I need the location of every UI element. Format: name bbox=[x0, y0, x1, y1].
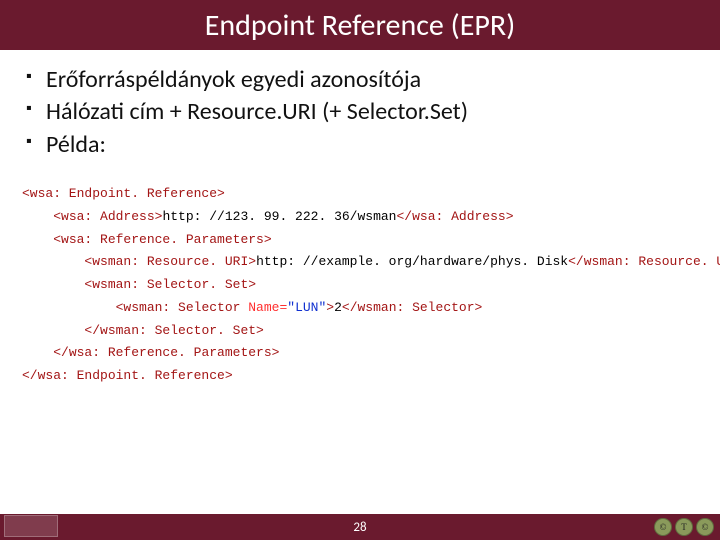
xml-tag: <wsa: Reference. Parameters> bbox=[53, 232, 271, 247]
code-block: <wsa: Endpoint. Reference> <wsa: Address… bbox=[22, 183, 698, 388]
xml-tag: <wsa: Endpoint. Reference> bbox=[22, 186, 225, 201]
slide-title: Endpoint Reference (EPR) bbox=[205, 7, 516, 44]
footer-bar: 28 © T © bbox=[0, 514, 720, 540]
xml-tag: </wsa: Address> bbox=[396, 209, 513, 224]
bullet-item: Hálózati cím + Resource.URI (+ Selector.… bbox=[22, 96, 698, 128]
badge-icon: T bbox=[675, 518, 693, 536]
xml-tag: <wsman: Selector bbox=[116, 300, 249, 315]
badge-icon: © bbox=[696, 518, 714, 536]
xml-text: 2 bbox=[334, 300, 342, 315]
xml-tag: <wsa: Address> bbox=[53, 209, 162, 224]
bullet-item: Erőforráspéldányok egyedi azonosítója bbox=[22, 64, 698, 96]
xml-tag: <wsman: Resource. URI> bbox=[84, 254, 256, 269]
xml-tag: </wsman: Selector. Set> bbox=[84, 323, 263, 338]
xml-tag: </wsman: Selector> bbox=[342, 300, 482, 315]
xml-attr-value: "LUN" bbox=[287, 300, 326, 315]
xml-tag: <wsman: Selector. Set> bbox=[84, 277, 256, 292]
xml-attr-name: Name= bbox=[248, 300, 287, 315]
xml-tag: > bbox=[326, 300, 334, 315]
xml-tag: </wsman: Resource. URI> bbox=[568, 254, 720, 269]
university-logo bbox=[4, 515, 58, 537]
xml-tag: </wsa: Endpoint. Reference> bbox=[22, 368, 233, 383]
xml-text: http: //123. 99. 222. 36/wsman bbox=[162, 209, 396, 224]
footer-badges: © T © bbox=[654, 518, 714, 536]
xml-tag: </wsa: Reference. Parameters> bbox=[53, 345, 279, 360]
badge-icon: © bbox=[654, 518, 672, 536]
xml-text: http: //example. org/hardware/phys. Disk bbox=[256, 254, 568, 269]
slide-body: Erőforráspéldányok egyedi azonosítója Há… bbox=[0, 50, 720, 388]
title-bar: Endpoint Reference (EPR) bbox=[0, 0, 720, 50]
page-number: 28 bbox=[353, 520, 366, 535]
bullet-list: Erőforráspéldányok egyedi azonosítója Há… bbox=[22, 64, 698, 161]
bullet-item: Példa: bbox=[22, 129, 698, 161]
